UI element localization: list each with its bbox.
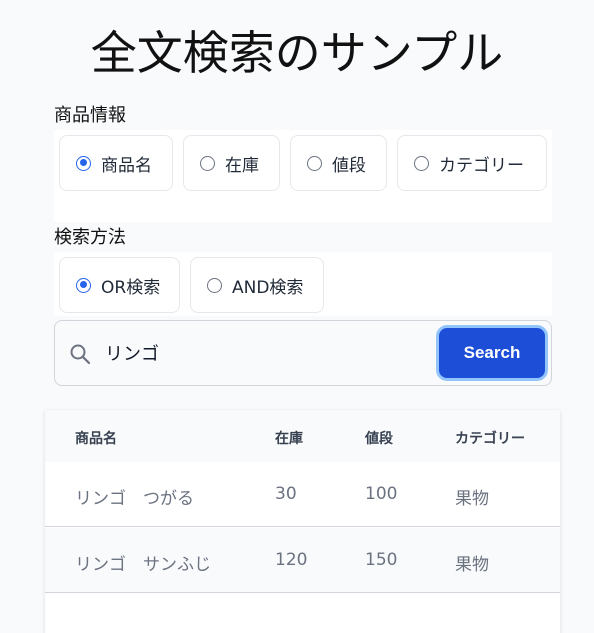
table-row: リンゴ サンふじ 120 150 果物 bbox=[45, 528, 560, 593]
radio-label: 値段 bbox=[332, 155, 366, 176]
search-icon bbox=[69, 343, 91, 365]
column-header-product-name: 商品名 bbox=[75, 431, 117, 447]
radio-option-and-search[interactable]: AND検索 bbox=[190, 257, 324, 313]
column-header-category: カテゴリー bbox=[455, 431, 525, 447]
cell-product-name: リンゴ つがる bbox=[75, 489, 194, 509]
search-button[interactable]: Search bbox=[439, 328, 545, 378]
radio-button[interactable] bbox=[76, 155, 91, 171]
radio-label: 商品名 bbox=[101, 155, 152, 176]
radio-option-stock[interactable]: 在庫 bbox=[183, 135, 280, 191]
radio-label: カテゴリー bbox=[439, 155, 524, 176]
radio-label: AND検索 bbox=[232, 277, 304, 298]
table-header: 商品名 在庫 値段 カテゴリー bbox=[45, 410, 560, 462]
search-method-radio-group: OR検索 AND検索 bbox=[54, 252, 552, 316]
radio-button[interactable] bbox=[414, 155, 429, 171]
search-bar: Search bbox=[54, 320, 552, 386]
cell-category: 果物 bbox=[455, 555, 489, 575]
column-header-stock: 在庫 bbox=[275, 431, 303, 447]
radio-option-category[interactable]: カテゴリー bbox=[397, 135, 547, 191]
radio-button[interactable] bbox=[76, 277, 91, 293]
cell-stock: 120 bbox=[275, 550, 308, 570]
product-info-radio-group: 商品名 在庫 値段 カテゴリー bbox=[54, 130, 552, 222]
cell-product-name: リンゴ サンふじ bbox=[75, 555, 211, 575]
radio-button[interactable] bbox=[200, 155, 215, 171]
cell-price: 150 bbox=[365, 550, 398, 570]
table-row: リンゴ つがる 30 100 果物 bbox=[45, 462, 560, 527]
cell-price: 100 bbox=[365, 484, 398, 504]
radio-button[interactable] bbox=[307, 155, 322, 171]
page: 全文検索のサンプル 商品情報 商品名 在庫 値段 カテゴリー 検索方法 OR検索… bbox=[0, 0, 594, 633]
radio-option-price[interactable]: 値段 bbox=[290, 135, 387, 191]
page-title: 全文検索のサンプル bbox=[90, 26, 504, 80]
radio-label: OR検索 bbox=[101, 277, 161, 298]
product-info-label: 商品情報 bbox=[54, 105, 126, 126]
radio-button[interactable] bbox=[207, 277, 222, 293]
column-header-price: 値段 bbox=[365, 431, 393, 447]
radio-option-product-name[interactable]: 商品名 bbox=[59, 135, 173, 191]
cell-stock: 30 bbox=[275, 484, 297, 504]
cell-category: 果物 bbox=[455, 489, 489, 509]
search-method-label: 検索方法 bbox=[54, 227, 126, 248]
search-input[interactable] bbox=[105, 335, 435, 371]
radio-label: 在庫 bbox=[225, 155, 259, 176]
radio-option-or-search[interactable]: OR検索 bbox=[59, 257, 180, 313]
results-table: 商品名 在庫 値段 カテゴリー リンゴ つがる 30 100 果物 リンゴ サン… bbox=[45, 410, 560, 633]
